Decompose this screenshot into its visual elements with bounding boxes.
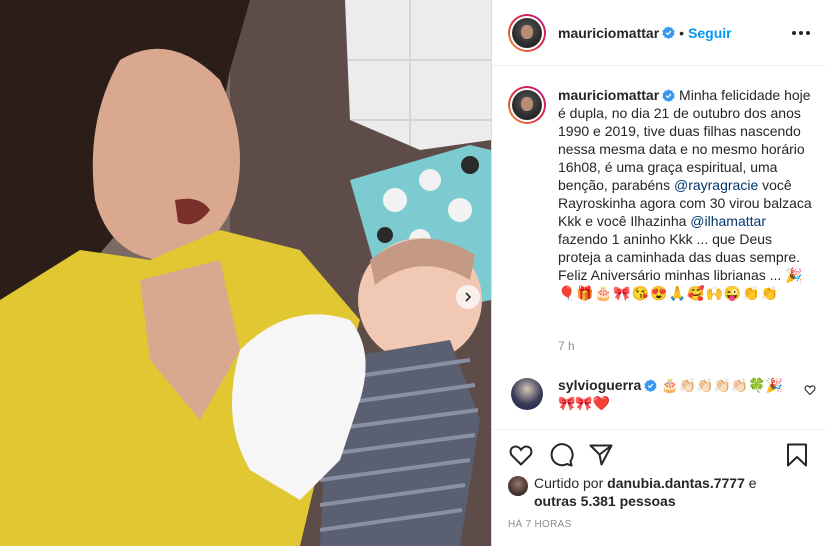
- follow-button[interactable]: Seguir: [688, 25, 732, 41]
- share-button[interactable]: [588, 442, 614, 468]
- separator-dot: •: [679, 24, 685, 41]
- verified-badge-icon: [662, 89, 675, 102]
- commenter-avatar[interactable]: [511, 378, 543, 410]
- action-bar: [508, 442, 812, 470]
- comment-icon: [550, 443, 574, 467]
- liker-username[interactable]: danubia.dantas.7777: [607, 475, 745, 491]
- comment-item: sylvioguerra 🎂👏🏻👏🏻👏🏻👏🏻🍀🎉🎀🎀❤️: [508, 376, 812, 412]
- photo-illustration: [0, 0, 491, 546]
- heart-icon: [509, 445, 533, 466]
- liker-avatar[interactable]: [508, 476, 528, 496]
- post-photo[interactable]: [0, 0, 491, 546]
- caption-username[interactable]: mauriciomattar: [558, 87, 659, 103]
- comment-like-heart-icon[interactable]: [804, 384, 816, 396]
- chevron-right-icon: [465, 292, 472, 302]
- caption: mauriciomattar Minha felicidade hoje é d…: [508, 86, 812, 302]
- caption-time[interactable]: 7 h: [558, 339, 575, 353]
- bookmark-icon: [787, 443, 807, 467]
- post-timestamp[interactable]: HÁ 7 HORAS: [508, 519, 572, 530]
- verified-badge-icon: [662, 26, 675, 39]
- mention-link[interactable]: @ilhamattar: [690, 213, 766, 229]
- avatar-image: [512, 17, 542, 48]
- likes-text: Curtido por danubia.dantas.7777 e outras…: [534, 475, 757, 509]
- caption-text: mauriciomattar Minha felicidade hoje é d…: [558, 86, 812, 302]
- avatar[interactable]: [508, 13, 546, 52]
- caption-avatar[interactable]: [508, 86, 546, 124]
- divider: [492, 429, 826, 430]
- author-username[interactable]: mauriciomattar: [558, 25, 659, 41]
- comment-text: sylvioguerra 🎂👏🏻👏🏻👏🏻👏🏻🍀🎉🎀🎀❤️: [558, 376, 786, 412]
- likes-summary: Curtido por danubia.dantas.7777 e outras…: [508, 474, 812, 510]
- verified-badge-icon: [644, 379, 657, 392]
- caption-body-3: fazendo 1 aninho Kkk ... que Deus protej…: [558, 231, 801, 283]
- mention-link[interactable]: @rayragracie: [674, 177, 758, 193]
- post-panel: mauriciomattar • Seguir mauriciomattar M…: [492, 0, 826, 546]
- commenter-username[interactable]: sylvioguerra: [558, 377, 641, 393]
- more-horizontal-icon[interactable]: [792, 26, 810, 40]
- carousel-next-button[interactable]: [456, 285, 480, 309]
- like-button[interactable]: [508, 442, 534, 468]
- comment-button[interactable]: [548, 442, 574, 468]
- post-header: mauriciomattar • Seguir: [492, 0, 826, 66]
- likes-count-link[interactable]: outras 5.381 pessoas: [534, 493, 676, 509]
- save-button[interactable]: [784, 442, 810, 468]
- share-icon: [589, 444, 613, 466]
